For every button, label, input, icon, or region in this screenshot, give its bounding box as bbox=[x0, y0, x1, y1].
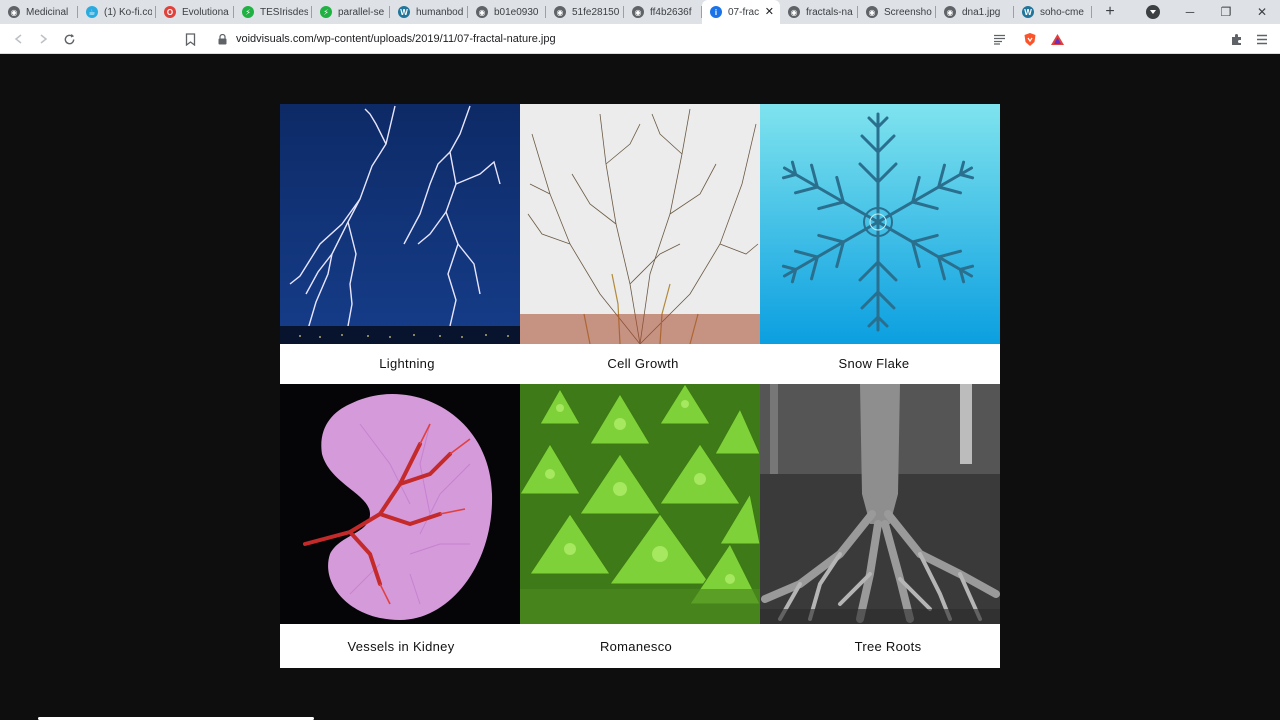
reader-mode-icon[interactable] bbox=[990, 30, 1008, 48]
tab-8[interactable]: ◉ ff4b2636f bbox=[624, 0, 702, 24]
tab-title: parallel-se bbox=[338, 6, 385, 18]
tab-1[interactable]: ☕ (1) Ko-fi.co bbox=[78, 0, 156, 24]
bolt-icon: ⚡ bbox=[320, 6, 332, 18]
lightning-photo bbox=[280, 104, 520, 344]
tab-title: ff4b2636f bbox=[650, 6, 692, 18]
reload-icon[interactable] bbox=[60, 30, 78, 48]
tab-title: Screensho bbox=[884, 6, 932, 18]
tab-title: TESIrisdes bbox=[260, 6, 308, 18]
browser-toolbar: voidvisuals.com/wp-content/uploads/2019/… bbox=[0, 24, 1280, 54]
tab-title: 51fe28150 bbox=[572, 6, 620, 18]
tab-5[interactable]: Whumanbod bbox=[390, 0, 468, 24]
window-controls: ─ ❐ ✕ bbox=[1172, 0, 1280, 24]
brave-shield-icon[interactable] bbox=[1021, 30, 1039, 48]
tab-12[interactable]: ◉ dna1.jpg bbox=[936, 0, 1014, 24]
info-icon: i bbox=[710, 6, 722, 18]
tab-4[interactable]: ⚡ parallel-se bbox=[312, 0, 390, 24]
wordpress-icon: W bbox=[1022, 6, 1034, 18]
bookmark-icon[interactable] bbox=[181, 30, 199, 48]
restore-button[interactable]: ❐ bbox=[1208, 0, 1244, 24]
globe-icon: ◉ bbox=[866, 6, 878, 18]
tab-title: (1) Ko-fi.co bbox=[104, 6, 152, 18]
tab-title: Evolutiona bbox=[182, 6, 229, 18]
fractal-nature-image: Lightning Cell Growth Snow Flake Vessels… bbox=[280, 104, 1000, 668]
caption-snow-flake: Snow Flake bbox=[838, 356, 910, 371]
tree-roots-photo bbox=[760, 384, 1000, 624]
forward-icon[interactable] bbox=[34, 30, 52, 48]
romanesco-photo bbox=[520, 384, 760, 624]
caption-cell-growth: Cell Growth bbox=[607, 356, 679, 371]
tab-11[interactable]: ◉ Screensho bbox=[858, 0, 936, 24]
tab-6[interactable]: ◉ b01e0930 bbox=[468, 0, 546, 24]
tab-7[interactable]: ◉ 51fe28150 bbox=[546, 0, 624, 24]
back-icon[interactable] bbox=[10, 30, 28, 48]
window-close-button[interactable]: ✕ bbox=[1244, 0, 1280, 24]
globe-icon: ◉ bbox=[476, 6, 488, 18]
caption-romanesco: Romanesco bbox=[599, 639, 673, 654]
address-url: voidvisuals.com/wp-content/uploads/2019/… bbox=[236, 33, 556, 45]
main-menu-icon[interactable] bbox=[1253, 30, 1271, 48]
extensions-icon[interactable] bbox=[1227, 30, 1245, 48]
globe-icon: ◉ bbox=[788, 6, 800, 18]
snowflake-photo bbox=[760, 104, 1000, 344]
caption-vessels-in-kidney: Vessels in Kidney bbox=[347, 639, 455, 654]
tab-close-icon[interactable]: ✕ bbox=[765, 5, 774, 18]
browser-menu-down-icon[interactable] bbox=[1146, 5, 1160, 19]
tab-title: fractals-na bbox=[806, 6, 853, 18]
cell-growth-photo bbox=[520, 104, 760, 344]
tab-13[interactable]: Wsoho-cme bbox=[1014, 0, 1092, 24]
tab-9[interactable]: i 07-frac ✕ bbox=[702, 0, 780, 24]
tab-title: soho-cme bbox=[1040, 6, 1084, 18]
new-tab-button[interactable]: + bbox=[1098, 0, 1122, 24]
tab-0[interactable]: ◉ Medicinal bbox=[0, 0, 78, 24]
kofi-icon: ☕ bbox=[86, 6, 98, 18]
tab-title: humanbod bbox=[416, 6, 464, 18]
globe-icon: ◉ bbox=[8, 6, 20, 18]
tab-3[interactable]: ⚡ TESIrisdes bbox=[234, 0, 312, 24]
kidney-vessels-photo bbox=[280, 384, 520, 624]
tab-title: b01e0930 bbox=[494, 6, 539, 18]
tab-title: Medicinal bbox=[26, 6, 69, 18]
minimize-button[interactable]: ─ bbox=[1172, 0, 1208, 24]
address-bar[interactable]: voidvisuals.com/wp-content/uploads/2019/… bbox=[208, 27, 1074, 51]
lock-icon[interactable] bbox=[216, 33, 228, 45]
globe-icon: ◉ bbox=[554, 6, 566, 18]
opera-icon: O bbox=[164, 6, 176, 18]
caption-lightning: Lightning bbox=[379, 356, 435, 371]
brave-rewards-icon[interactable] bbox=[1048, 30, 1066, 48]
wordpress-icon: W bbox=[398, 6, 410, 18]
bolt-icon: ⚡ bbox=[242, 6, 254, 18]
tab-10[interactable]: ◉ fractals-na bbox=[780, 0, 858, 24]
image-viewport: Lightning Cell Growth Snow Flake Vessels… bbox=[0, 55, 1280, 720]
caption-tree-roots: Tree Roots bbox=[854, 639, 922, 654]
tab-title: dna1.jpg bbox=[962, 6, 1001, 18]
globe-icon: ◉ bbox=[944, 6, 956, 18]
tab-2[interactable]: O Evolutiona bbox=[156, 0, 234, 24]
globe-icon: ◉ bbox=[632, 6, 644, 18]
tab-strip: ◉ Medicinal ☕ (1) Ko-fi.co O Evolutiona ⚡ TESIr… bbox=[0, 0, 1280, 24]
